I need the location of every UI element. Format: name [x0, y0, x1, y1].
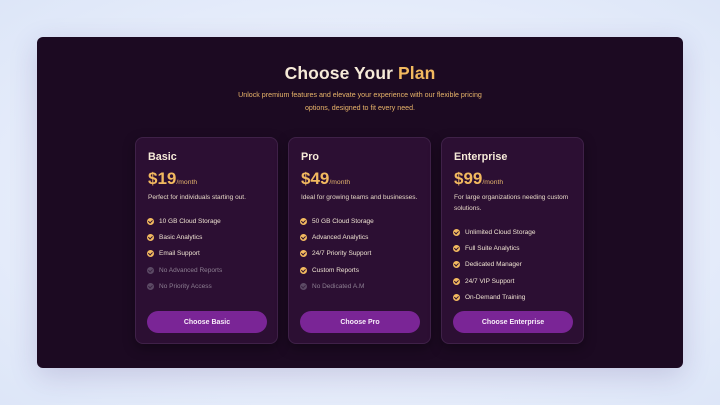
- feature-item: Advanced Analytics: [300, 229, 374, 245]
- plan-price: $19/month: [148, 169, 197, 189]
- feature-label: Full Suite Analytics: [465, 244, 520, 252]
- plan-price: $99/month: [454, 169, 503, 189]
- feature-label: 24/7 Priority Support: [312, 250, 372, 258]
- price-period: /month: [329, 179, 351, 186]
- feature-label: Advanced Analytics: [312, 233, 369, 241]
- feature-label: 50 GB Cloud Storage: [312, 217, 374, 225]
- check-circle-icon: [453, 293, 460, 301]
- check-circle-icon: [300, 250, 307, 258]
- plan-card-enterprise: Enterprise $99/month For large organizat…: [441, 137, 584, 344]
- feature-list: 50 GB Cloud Storage Advanced Analytics 2…: [300, 213, 374, 294]
- feature-item: Custom Reports: [300, 262, 374, 278]
- feature-item: Dedicated Manager: [453, 257, 535, 273]
- plan-card-pro: Pro $49/month Ideal for growing teams an…: [288, 137, 431, 344]
- check-circle-icon: [300, 233, 307, 241]
- feature-label: Basic Analytics: [159, 233, 203, 241]
- choose-pro-button[interactable]: Choose Pro: [300, 311, 420, 333]
- feature-label: Custom Reports: [312, 266, 359, 274]
- feature-list: 10 GB Cloud Storage Basic Analytics Emai…: [147, 213, 222, 294]
- feature-item: Basic Analytics: [147, 229, 222, 245]
- feature-item: Email Support: [147, 246, 222, 262]
- feature-item: 10 GB Cloud Storage: [147, 213, 222, 229]
- feature-item: 24/7 VIP Support: [453, 273, 535, 289]
- feature-label: No Dedicated A.M: [312, 282, 365, 290]
- feature-item: 50 GB Cloud Storage: [300, 213, 374, 229]
- plan-card-basic: Basic $19/month Perfect for individuals …: [135, 137, 278, 344]
- plan-description: Ideal for growing teams and businesses.: [301, 194, 418, 201]
- price-amount: $99: [454, 169, 483, 188]
- feature-item-disabled: No Priority Access: [147, 278, 222, 294]
- page-subtitle: Unlock premium features and elevate your…: [238, 91, 482, 112]
- feature-label: 10 GB Cloud Storage: [159, 217, 221, 225]
- check-circle-icon: [147, 233, 154, 241]
- feature-list: Unlimited Cloud Storage Full Suite Analy…: [453, 224, 535, 305]
- check-circle-icon: [300, 217, 307, 225]
- disabled-circle-icon: [300, 282, 307, 290]
- price-amount: $49: [301, 169, 330, 188]
- feature-item: 24/7 Priority Support: [300, 246, 374, 262]
- plan-name: Pro: [301, 151, 319, 163]
- plan-name: Enterprise: [454, 151, 508, 163]
- title-accent: Plan: [398, 63, 436, 83]
- feature-item-disabled: No Advanced Reports: [147, 262, 222, 278]
- feature-label: Dedicated Manager: [465, 261, 522, 269]
- feature-item: Full Suite Analytics: [453, 240, 535, 256]
- choose-enterprise-button[interactable]: Choose Enterprise: [453, 311, 573, 333]
- feature-item: Unlimited Cloud Storage: [453, 224, 535, 240]
- plan-name: Basic: [148, 151, 177, 163]
- check-circle-icon: [453, 261, 460, 269]
- price-amount: $19: [148, 169, 177, 188]
- title-main: Choose Your: [284, 63, 394, 83]
- plan-description: For large organizations needing custom s…: [454, 194, 569, 212]
- price-period: /month: [176, 179, 198, 186]
- plan-price: $49/month: [301, 169, 350, 189]
- check-circle-icon: [147, 250, 154, 258]
- feature-label: No Priority Access: [159, 282, 212, 290]
- price-period: /month: [482, 179, 504, 186]
- feature-label: Email Support: [159, 250, 200, 258]
- disabled-circle-icon: [147, 266, 154, 274]
- feature-label: Unlimited Cloud Storage: [465, 228, 536, 236]
- feature-label: On-Demand Training: [465, 293, 526, 301]
- page-title: Choose Your Plan: [0, 63, 720, 84]
- plan-description: Perfect for individuals starting out.: [148, 194, 246, 201]
- feature-item: On-Demand Training: [453, 289, 535, 305]
- check-circle-icon: [453, 244, 460, 252]
- disabled-circle-icon: [147, 282, 154, 290]
- feature-label: 24/7 VIP Support: [465, 277, 515, 285]
- check-circle-icon: [300, 266, 307, 274]
- check-circle-icon: [453, 228, 460, 236]
- feature-label: No Advanced Reports: [159, 266, 223, 274]
- feature-item-disabled: No Dedicated A.M: [300, 278, 374, 294]
- choose-basic-button[interactable]: Choose Basic: [147, 311, 267, 333]
- check-circle-icon: [147, 217, 154, 225]
- check-circle-icon: [453, 277, 460, 285]
